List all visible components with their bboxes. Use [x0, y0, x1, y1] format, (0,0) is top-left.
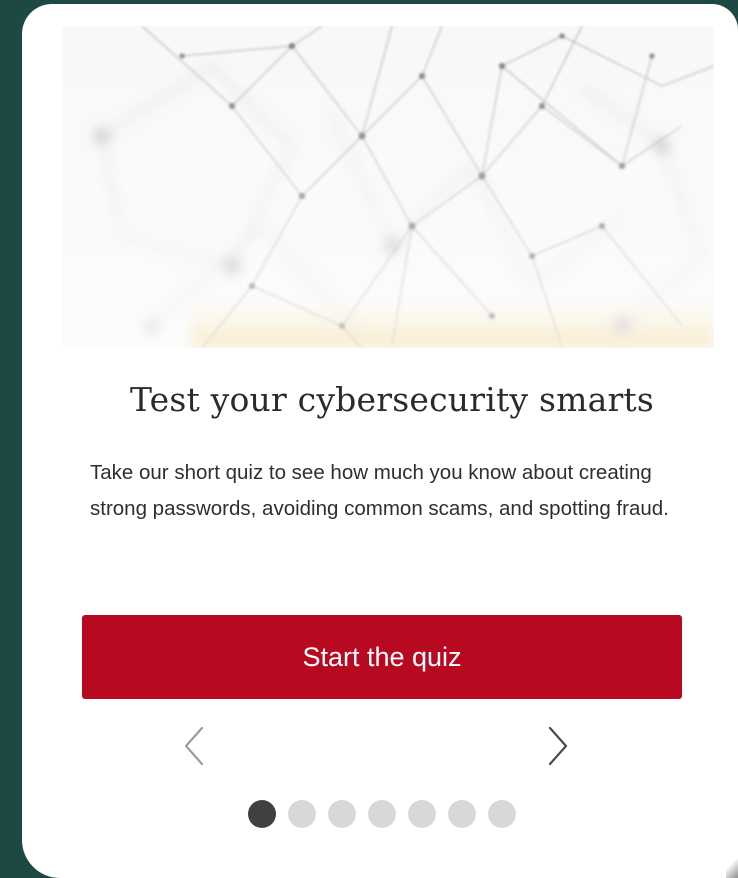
card-description: Take our short quiz to see how much you … — [90, 461, 669, 520]
page-curl — [726, 854, 738, 878]
page: Test your cybersecurity smarts Take our … — [0, 0, 738, 878]
carousel-dot[interactable] — [328, 800, 356, 828]
previous-slide-button[interactable] — [172, 722, 216, 770]
carousel-dot[interactable] — [288, 800, 316, 828]
chevron-left-icon — [184, 726, 204, 766]
chevron-right-icon — [548, 726, 568, 766]
hero-image — [62, 26, 714, 348]
start-quiz-button[interactable]: Start the quiz — [82, 615, 682, 699]
carousel-dot[interactable] — [368, 800, 396, 828]
carousel-pagination — [248, 800, 516, 828]
carousel-dot[interactable] — [488, 800, 516, 828]
carousel-dot[interactable] — [408, 800, 436, 828]
carousel-dot[interactable] — [448, 800, 476, 828]
carousel-dot[interactable] — [248, 800, 276, 828]
card-title: Test your cybersecurity smarts — [129, 380, 655, 419]
quiz-card: Test your cybersecurity smarts Take our … — [22, 4, 738, 878]
next-slide-button[interactable] — [536, 722, 580, 770]
